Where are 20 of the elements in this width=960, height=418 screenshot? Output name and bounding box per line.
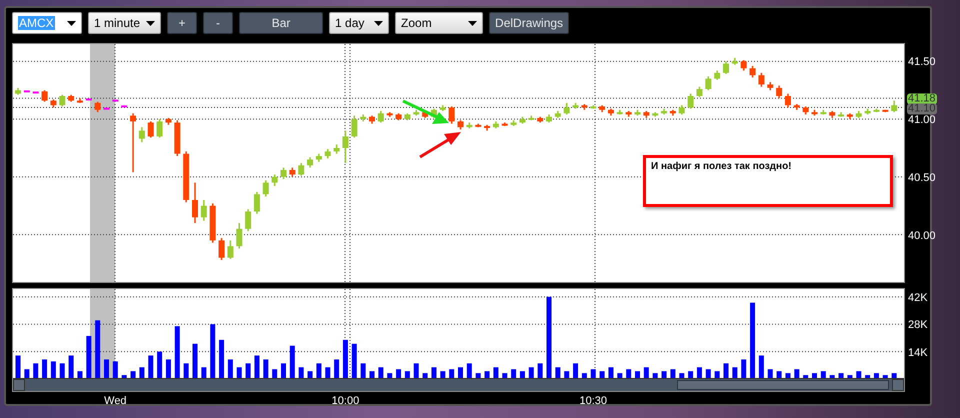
annotation-note: И нафиг я полез так поздно!: [643, 155, 893, 207]
last-price-tag: 41.18: [907, 94, 937, 105]
time-axis-label: 10:30: [579, 395, 608, 407]
time-axis-label: 10:00: [332, 395, 360, 407]
price-axis-label: 40.50: [908, 172, 936, 184]
toolbar-button[interactable]: +: [167, 12, 198, 34]
volume-axis-label: 14K: [908, 346, 928, 359]
toolbar-button[interactable]: Bar: [239, 12, 324, 34]
toolbar-button[interactable]: -: [203, 12, 234, 34]
price-axis-label: 41.00: [908, 114, 936, 126]
volume-axis-label: 28K: [908, 319, 928, 332]
volume-axis-label: 42K: [908, 292, 928, 304]
toolbar-button[interactable]: DelDrawings: [489, 12, 570, 34]
last-price-tag: 41.10: [907, 103, 937, 114]
time-axis-label: Wed: [104, 395, 127, 407]
dropdown[interactable]: Zoom: [395, 12, 484, 34]
dropdown[interactable]: 1 day: [329, 12, 390, 34]
price-axis-label: 41.50: [908, 56, 936, 68]
dropdown[interactable]: 1 minute: [88, 12, 162, 34]
price-axis-label: 40.00: [908, 230, 936, 242]
